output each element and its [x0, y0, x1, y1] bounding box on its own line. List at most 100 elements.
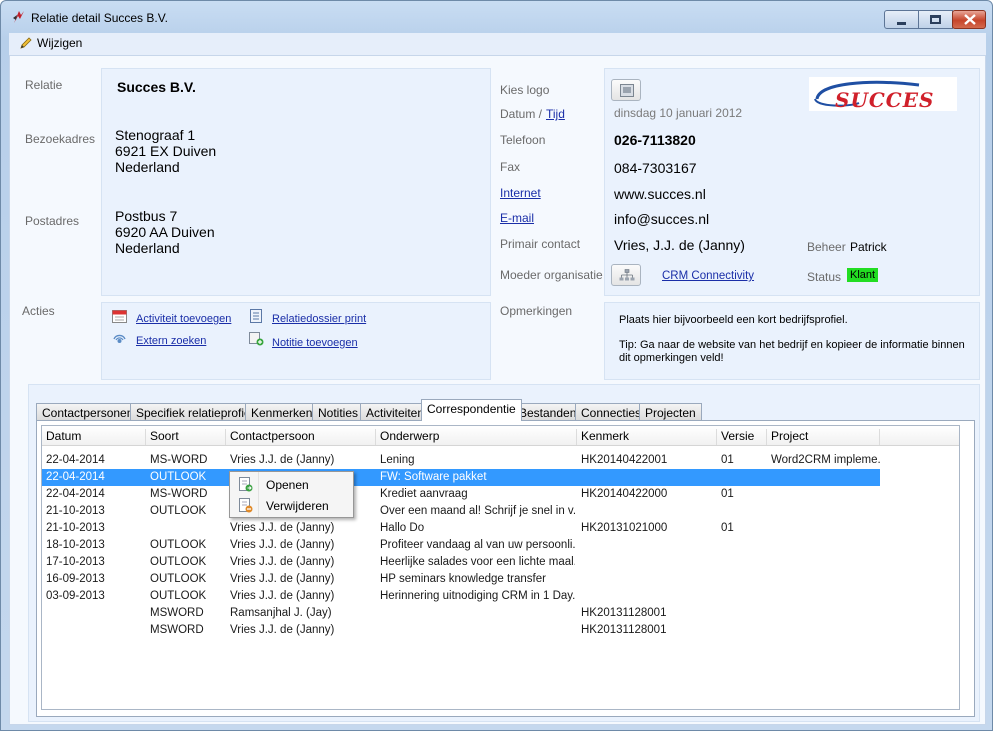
table-row[interactable]: MSWORD Vries J.J. de (Janny) HK20131128001 [42, 622, 880, 639]
visit-address-label: Bezoekadres [25, 132, 96, 146]
context-delete-item[interactable]: Verwijderen [232, 495, 351, 516]
primary-contact-value: Vries, J.J. de (Janny) [614, 237, 745, 253]
cell-reference: HK20140422000 [581, 488, 668, 500]
cell-version: 01 [721, 488, 734, 500]
menu-bar: Wijzigen [9, 33, 986, 55]
column-header-datum[interactable]: Datum [42, 429, 146, 445]
context-open-item[interactable]: Openen [232, 474, 351, 495]
tab-correspondentie[interactable]: Correspondentie [421, 399, 522, 421]
column-header-project[interactable]: Project [767, 429, 880, 445]
open-document-icon [239, 477, 253, 492]
minimize-button[interactable] [884, 10, 919, 29]
close-button[interactable] [952, 10, 986, 29]
close-icon [964, 14, 976, 25]
postal-address-line: Nederland [115, 240, 180, 256]
column-header-versie[interactable]: Versie [717, 429, 767, 445]
tab-connecties[interactable]: Connecties [575, 403, 648, 421]
table-row[interactable]: 03-09-2013 OUTLOOK Vries J.J. de (Janny) He… [42, 588, 880, 605]
postal-address-line: Postbus 7 [115, 208, 178, 224]
primary-contact-label: Primair contact [500, 237, 581, 251]
table-row[interactable]: MSWORD Ramsanjhal J. (Jay) HK20131128001 [42, 605, 880, 622]
column-header-contactpersoon[interactable]: Contactpersoon [226, 429, 376, 445]
cell-version: 01 [721, 454, 734, 466]
cell-contact: Ramsanjhal J. (Jay) [230, 607, 332, 619]
remarks-line: Plaats hier bijvoorbeeld een kort bedrij… [619, 314, 848, 326]
status-label: Status [807, 270, 842, 284]
table-row[interactable]: 22-04-2014OUTLOOKRamsanjhal J. (Jay)FW: … [42, 469, 880, 486]
print-document-icon [250, 309, 262, 323]
postal-address: Postbus 7 6920 AA Duiven Nederland [115, 208, 215, 256]
table-row[interactable]: 16-09-2013 OUTLOOK Vries J.J. de (Janny) HP… [42, 571, 880, 588]
table-row[interactable]: 22-04-2014 MS-WORD Vries J.J. de (Janny) Le… [42, 452, 881, 469]
parent-org-link[interactable]: CRM Connectivity [662, 270, 754, 282]
email-link[interactable]: E-mail [500, 211, 534, 225]
remarks-line: Tip: Ga naar de website van het bedrijf … [619, 339, 965, 364]
tab-specifiek-relatieprofiel[interactable]: Specifiek relatieprofiel [130, 403, 260, 421]
cell-type: OUTLOOK [150, 556, 207, 568]
column-header-soort[interactable]: Soort [146, 429, 226, 445]
choose-logo-button[interactable] [611, 79, 641, 101]
cell-subject: Herinnering uitnodiging CRM in 1 Day... [380, 590, 575, 602]
app-logo-icon [13, 11, 24, 23]
manager-label: Beheer [807, 240, 846, 254]
tab-notities[interactable]: Notities [312, 403, 365, 421]
phone-label: Telefoon [500, 133, 546, 147]
relation-panel: Succes B.V. Stenograaf 1 6921 EX Duiven … [101, 68, 491, 296]
email-value: info@succes.nl [614, 211, 710, 227]
cell-subject: Heerlijke salades voor een lichte maal..… [380, 556, 575, 568]
cell-subject: FW: Software pakket [380, 471, 487, 483]
visit-address-line: Nederland [115, 159, 180, 175]
cell-reference: HK20140422001 [581, 454, 668, 466]
column-header-kenmerk[interactable]: Kenmerk [577, 429, 717, 445]
relation-name: Succes B.V. [117, 79, 196, 95]
cell-subject: Lening [380, 454, 415, 466]
date-value: dinsdag 10 januari 2012 [614, 106, 743, 120]
cell-date: 21-10-2013 [46, 505, 105, 517]
cell-subject: Hallo Do [380, 522, 425, 534]
time-link[interactable]: Tijd [546, 107, 565, 121]
table-row[interactable]: 21-10-2013 Vries J.J. de (Janny) Hallo Do H… [42, 520, 880, 537]
cell-date: 17-10-2013 [46, 556, 105, 568]
tab-projecten[interactable]: Projecten [639, 403, 702, 421]
grid-header: Datum Soort Contactpersoon Onderwerp Ken… [42, 426, 959, 446]
table-row[interactable]: 21-10-2013OUTLOOKVries J.J. de (Janny)Ov… [42, 503, 880, 520]
cell-version: 01 [721, 522, 734, 534]
add-note-icon [249, 332, 264, 346]
cell-subject: Krediet aanvraag [380, 488, 468, 500]
relation-detail-window: Relatie detail Succes B.V. Wijzigen Rela… [0, 0, 993, 731]
add-activity-link[interactable]: Activiteit toevoegen [136, 313, 231, 325]
title-bar[interactable]: Relatie detail Succes B.V. [1, 1, 992, 31]
cell-type: MS-WORD [150, 488, 208, 500]
external-search-link[interactable]: Extern zoeken [136, 335, 206, 347]
date-label: Datum / [500, 107, 543, 121]
maximize-button[interactable] [918, 10, 953, 29]
cell-contact: Vries J.J. de (Janny) [230, 556, 335, 568]
table-row[interactable]: 17-10-2013 OUTLOOK Vries J.J. de (Janny) He… [42, 554, 880, 571]
dossier-print-link[interactable]: Relatiedossier print [272, 313, 366, 325]
tab-activiteiten[interactable]: Activiteiten [360, 403, 431, 421]
cell-type: OUTLOOK [150, 505, 207, 517]
tab-bestanden[interactable]: Bestanden [513, 403, 583, 421]
cell-contact: Vries J.J. de (Janny) [230, 539, 335, 551]
internet-link[interactable]: Internet [500, 186, 541, 200]
cell-contact: Vries J.J. de (Janny) [230, 454, 335, 466]
cell-reference: HK20131021000 [581, 522, 668, 534]
parent-org-button[interactable] [611, 264, 641, 286]
cell-date: 22-04-2014 [46, 471, 105, 483]
column-header-onderwerp[interactable]: Onderwerp [376, 429, 577, 445]
tab-kenmerken[interactable]: Kenmerken [245, 403, 319, 421]
fax-value: 084-7303167 [614, 160, 697, 176]
add-note-link[interactable]: Notitie toevoegen [272, 337, 358, 349]
cell-date: 22-04-2014 [46, 488, 105, 500]
cell-subject: HP seminars knowledge transfer [380, 573, 546, 585]
table-row[interactable]: 18-10-2013 OUTLOOK Vries J.J. de (Janny) Pr… [42, 537, 880, 554]
cell-contact: Vries J.J. de (Janny) [230, 573, 335, 585]
tab-contactpersonen[interactable]: Contactpersonen [36, 403, 140, 421]
correspondence-grid[interactable]: Datum Soort Contactpersoon Onderwerp Ken… [41, 425, 960, 710]
context-delete-label: Verwijderen [266, 499, 329, 513]
table-row[interactable]: 22-04-2014MS-WORDVries J.J. de (Janny)Kr… [42, 486, 880, 503]
edit-button[interactable]: Wijzigen [19, 36, 82, 50]
remarks-panel[interactable]: Plaats hier bijvoorbeeld een kort bedrij… [604, 302, 980, 380]
visit-address-line: 6921 EX Duiven [115, 143, 217, 159]
cell-date: 16-09-2013 [46, 573, 105, 585]
